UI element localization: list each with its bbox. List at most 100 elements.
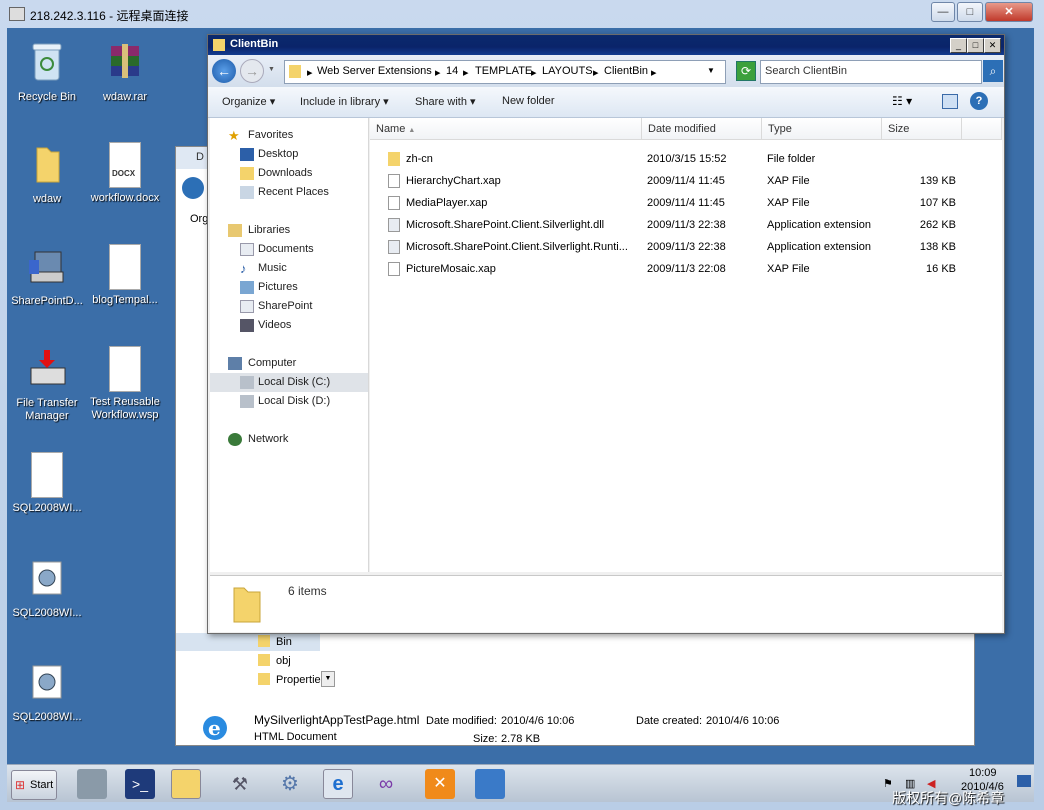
gear-file-icon	[32, 665, 62, 699]
cell-date: 2009/11/3 22:08	[647, 263, 726, 275]
desktop-icon-sql2008-3[interactable]: SQL2008WI...	[7, 654, 87, 744]
rdp-close-button[interactable]: ✕	[985, 2, 1033, 22]
desktop-icon-wdaw-rar[interactable]: wdaw.rar	[85, 34, 165, 124]
nav-computer[interactable]: Computer	[210, 354, 368, 373]
search-box[interactable]: Search ClientBin	[760, 60, 982, 84]
bg-tree-item-properties[interactable]: Propertie	[176, 671, 321, 689]
search-icon[interactable]: ⌕	[983, 60, 1003, 82]
maximize-button[interactable]: □	[967, 38, 984, 53]
nav-desktop[interactable]: Desktop	[210, 145, 368, 164]
documents-icon	[240, 243, 254, 256]
cell-date: 2009/11/3 22:38	[647, 241, 726, 253]
rdp-minimize-button[interactable]: —	[931, 2, 955, 22]
address-bar[interactable]: ▸ Web Server Extensions ▸ 14 ▸ TEMPLATE …	[284, 60, 726, 84]
nav-documents[interactable]: Documents	[210, 240, 368, 259]
start-button[interactable]: ⊞ Start	[11, 770, 57, 800]
cell-date: 2010/3/15 15:52	[647, 153, 727, 165]
bg-back-button[interactable]	[182, 177, 204, 199]
desktop-icon-sql2008-1[interactable]: SQL2008WI...	[7, 446, 87, 536]
breadcrumb-item[interactable]: LAYOUTS	[542, 65, 593, 77]
preview-pane-icon[interactable]	[942, 94, 958, 109]
minimize-button[interactable]: _	[950, 38, 967, 53]
nav-favorites[interactable]: ★ Favorites	[210, 126, 368, 145]
nav-network[interactable]: Network	[210, 430, 368, 449]
sharepoint-designer-icon[interactable]	[475, 769, 505, 799]
tools-icon[interactable]: ⚒	[225, 769, 255, 799]
scroll-down-arrow-icon[interactable]: ▼	[321, 671, 335, 687]
desktop-icon-sharepoint[interactable]: SharePointD...	[7, 238, 87, 328]
start-label: Start	[30, 779, 54, 791]
desktop-icon-wdaw-folder[interactable]: wdaw	[7, 136, 87, 226]
share-with-button[interactable]: Share with ▾	[415, 95, 476, 108]
close-button[interactable]: ✕	[984, 38, 1001, 53]
wrench-tools-icon[interactable]: ✕	[425, 769, 455, 799]
desktop-icon	[240, 148, 254, 161]
breadcrumb-item[interactable]: Web Server Extensions	[317, 65, 432, 77]
refresh-icon[interactable]: ⟳	[736, 61, 756, 81]
powershell-icon[interactable]: >_	[125, 769, 155, 799]
show-desktop-icon[interactable]	[1017, 775, 1031, 787]
column-header-date[interactable]: Date modified	[642, 118, 762, 140]
back-arrow-icon[interactable]: ←	[212, 59, 236, 83]
visual-studio-icon[interactable]: ∞	[371, 769, 401, 799]
nav-recent-places[interactable]: Recent Places	[210, 183, 368, 202]
recycle-bin-icon	[32, 43, 62, 81]
view-options-icon[interactable]: ☷ ▾	[892, 94, 912, 108]
cell-name: Microsoft.SharePoint.Client.Silverlight.…	[406, 219, 605, 231]
clock-time[interactable]: 10:09	[969, 767, 997, 779]
bg-tree-item-bin[interactable]: Bin	[176, 633, 320, 651]
address-dropdown-icon[interactable]: ▼	[707, 66, 715, 75]
nav-label: Recent Places	[258, 186, 329, 198]
nav-videos[interactable]: Videos	[210, 316, 368, 335]
table-row[interactable]: HierarchyChart.xap 2009/11/4 11:45 XAP F…	[370, 170, 1002, 192]
sort-ascending-icon: ▲	[408, 127, 416, 134]
nav-libraries[interactable]: Libraries	[210, 221, 368, 240]
rdp-maximize-button[interactable]: □	[957, 2, 983, 22]
desktop-icon-blogtempal[interactable]: blogTempal...	[85, 238, 165, 328]
nav-pictures[interactable]: Pictures	[210, 278, 368, 297]
organize-button[interactable]: Organize ▾	[222, 95, 275, 108]
column-header-type[interactable]: Type	[762, 118, 882, 140]
text-file-icon	[31, 452, 63, 498]
windows-logo-icon: ⊞	[15, 778, 26, 792]
desktop-icon-test-reusable-workflow[interactable]: Test Reusable Workflow.wsp	[85, 340, 165, 430]
navigation-pane: ★ Favorites Desktop Downloads Recent Plac…	[210, 118, 369, 572]
server-manager-icon[interactable]	[77, 769, 107, 799]
nav-music[interactable]: ♪ Music	[210, 259, 368, 278]
column-header-size[interactable]: Size	[882, 118, 962, 140]
include-in-library-button[interactable]: Include in library ▾	[300, 95, 389, 108]
nav-local-disk-c[interactable]: Local Disk (C:)	[210, 373, 368, 392]
nav-local-disk-d[interactable]: Local Disk (D:)	[210, 392, 368, 411]
table-row[interactable]: Microsoft.SharePoint.Client.Silverlight.…	[370, 214, 1002, 236]
breadcrumb-item[interactable]: ClientBin	[604, 65, 648, 77]
bg-tree-item-obj[interactable]: obj	[176, 652, 320, 670]
desktop-icon-sql2008-2[interactable]: SQL2008WI...	[7, 550, 87, 640]
table-row[interactable]: PictureMosaic.xap 2009/11/3 22:08 XAP Fi…	[370, 258, 1002, 280]
table-row[interactable]: zh-cn 2010/3/15 15:52 File folder	[370, 148, 1002, 170]
table-row[interactable]: Microsoft.SharePoint.Client.Silverlight.…	[370, 236, 1002, 258]
windows-explorer-icon[interactable]	[171, 769, 201, 799]
table-row[interactable]: MediaPlayer.xap 2009/11/4 11:45 XAP File…	[370, 192, 1002, 214]
new-folder-button[interactable]: New folder	[502, 95, 555, 107]
bg-detail-created-label: Date created:	[636, 715, 703, 727]
gear-icon[interactable]: ⚙	[275, 769, 305, 799]
desktop-icon-file-transfer-manager[interactable]: File Transfer Manager	[7, 340, 87, 430]
rdp-window: 218.242.3.116 - 远程桌面连接 — □ ✕ Recycle Bin…	[0, 0, 1044, 810]
breadcrumb-item[interactable]: 14	[446, 65, 458, 77]
cell-type: XAP File	[767, 175, 810, 187]
address-row: ← → ▼ ▸ Web Server Extensions ▸ 14 ▸ TEM…	[208, 55, 1004, 87]
cell-size: 138 KB	[919, 241, 956, 253]
forward-arrow-icon[interactable]: →	[240, 59, 264, 83]
bg-detail-size-label: Size:	[473, 733, 498, 745]
recent-pages-chevron-icon[interactable]: ▼	[268, 66, 275, 73]
nav-downloads[interactable]: Downloads	[210, 164, 368, 183]
help-icon[interactable]: ?	[970, 92, 988, 110]
rdp-titlebar: 218.242.3.116 - 远程桌面连接 — □ ✕	[0, 0, 1044, 28]
internet-explorer-icon[interactable]: e	[323, 769, 353, 799]
desktop-icon-workflow-docx[interactable]: DOCX workflow.docx	[85, 136, 165, 226]
column-header-name[interactable]: Name ▲	[370, 118, 642, 140]
desktop-icon-recycle-bin[interactable]: Recycle Bin	[7, 34, 87, 124]
nav-sharepoint[interactable]: SharePoint	[210, 297, 368, 316]
breadcrumb-item[interactable]: TEMPLATE	[475, 65, 532, 77]
nav-label: Computer	[248, 357, 297, 369]
